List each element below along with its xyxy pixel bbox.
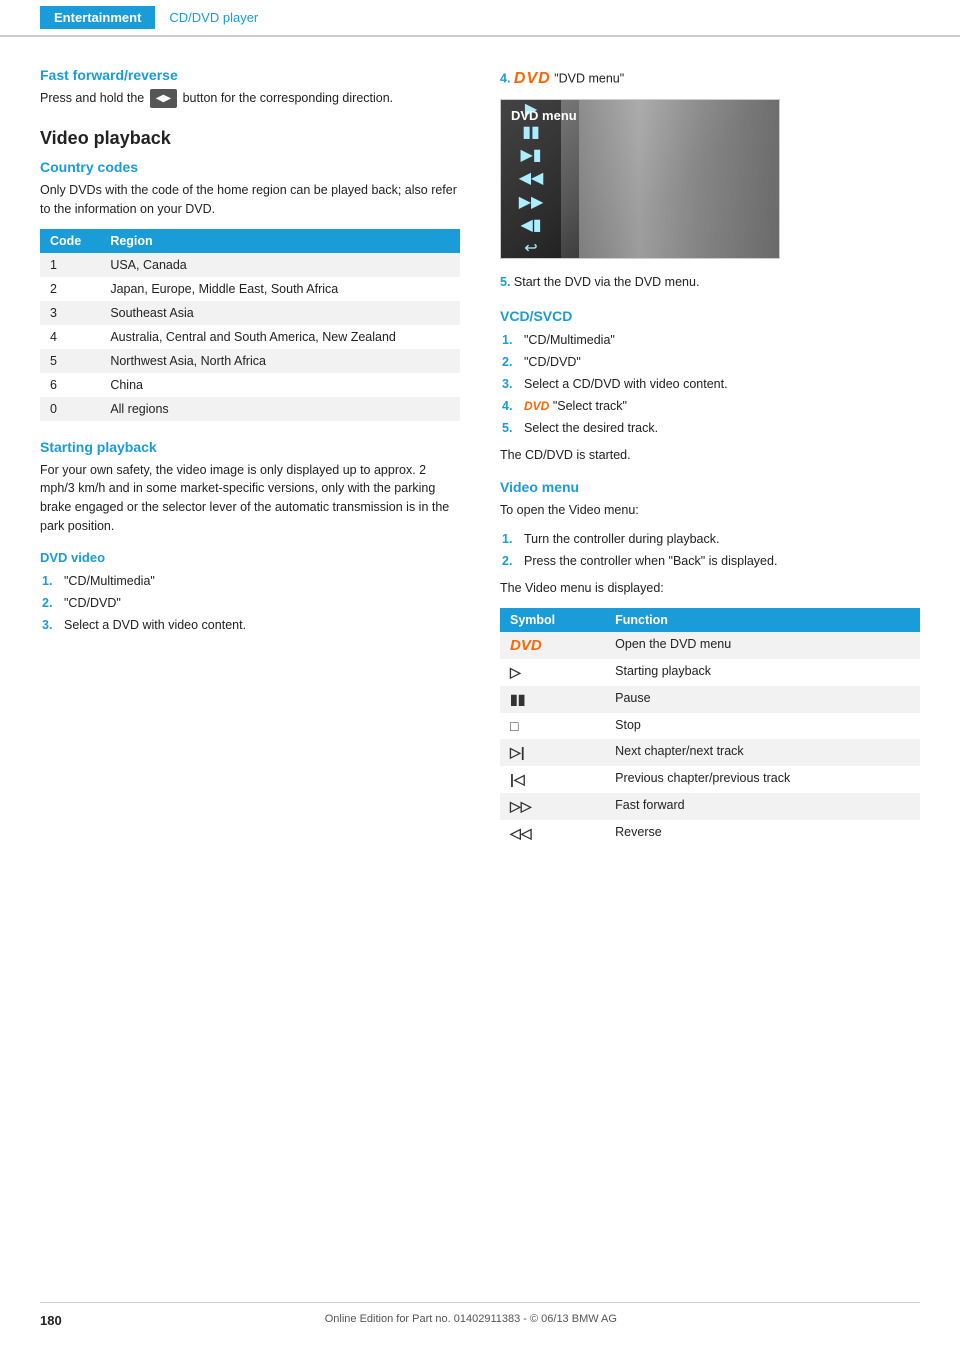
table-row: ▷Starting playback <box>500 659 920 686</box>
video-menu-intro: To open the Video menu: <box>500 501 920 520</box>
dvd-video-label: DVD video <box>40 550 460 565</box>
country-codes-heading: Country codes <box>40 159 460 175</box>
symbol-header-function: Function <box>605 608 920 632</box>
list-item: "CD/Multimedia" <box>520 330 920 350</box>
list-item: "CD/DVD" <box>520 352 920 372</box>
symbol-cell-symbol: |◁ <box>500 766 605 793</box>
list-item: "CD/Multimedia" <box>60 571 460 591</box>
table-cell-code: 3 <box>40 301 100 325</box>
vcd-steps-list: "CD/Multimedia""CD/DVD"Select a CD/DVD w… <box>500 330 920 438</box>
table-row: 0All regions <box>40 397 460 421</box>
symbol-cell-symbol: ◁◁ <box>500 820 605 847</box>
vcd-svcd-heading: VCD/SVCD <box>500 308 920 324</box>
country-codes-desc: Only DVDs with the code of the home regi… <box>40 181 460 219</box>
main-content: Fast forward/reverse Press and hold the … <box>0 37 960 925</box>
symbol-cell-symbol: DVD <box>500 632 605 659</box>
table-row: |◁Previous chapter/previous track <box>500 766 920 793</box>
symbol-cell-function: Stop <box>605 713 920 739</box>
dvd-building-image <box>579 100 779 258</box>
fast-forward-heading: Fast forward/reverse <box>40 67 460 83</box>
table-cell-region: All regions <box>100 397 460 421</box>
table-row: ▷|Next chapter/next track <box>500 739 920 766</box>
dvd-icon: DVD <box>514 67 551 91</box>
ff-button-icon: ◀▶ <box>150 89 177 108</box>
list-item: "CD/DVD" <box>60 593 460 613</box>
table-cell-code: 1 <box>40 253 100 277</box>
copyright-text: Online Edition for Part no. 01402911383 … <box>325 1313 617 1328</box>
starting-playback-heading: Starting playback <box>40 439 460 455</box>
table-cell-region: Japan, Europe, Middle East, South Africa <box>100 277 460 301</box>
list-item: Press the controller when "Back" is disp… <box>520 551 920 571</box>
video-menu-steps-list: Turn the controller during playback.Pres… <box>500 529 920 571</box>
header-section-label: CD/DVD player <box>155 6 272 29</box>
starting-playback-desc: For your own safety, the video image is … <box>40 461 460 536</box>
page-number: 180 <box>40 1313 62 1328</box>
table-row: 3Southeast Asia <box>40 301 460 325</box>
symbol-cell-function: Open the DVD menu <box>605 632 920 659</box>
symbol-cell-function: Starting playback <box>605 659 920 686</box>
table-cell-code: 4 <box>40 325 100 349</box>
table-row: DVDOpen the DVD menu <box>500 632 920 659</box>
header-bar: Entertainment CD/DVD player <box>0 0 960 37</box>
right-column: 4. DVD "DVD menu" ▶ ▮▮ ▶▮ ◀◀ ▶▶ ◀▮ ↩ DVD… <box>500 67 920 865</box>
list-item: Select a DVD with video content. <box>60 615 460 635</box>
video-playback-heading: Video playback <box>40 128 460 149</box>
list-item: DVD "Select track" <box>520 396 920 416</box>
table-cell-region: USA, Canada <box>100 253 460 277</box>
table-cell-region: China <box>100 373 460 397</box>
symbol-table: Symbol Function DVDOpen the DVD menu▷Sta… <box>500 608 920 847</box>
footer-content: 180 Online Edition for Part no. 01402911… <box>40 1307 920 1328</box>
video-menu-heading: Video menu <box>500 479 920 495</box>
table-header-region: Region <box>100 229 460 253</box>
table-row: ◁◁Reverse <box>500 820 920 847</box>
symbol-cell-function: Pause <box>605 686 920 713</box>
table-header-code: Code <box>40 229 100 253</box>
table-cell-code: 0 <box>40 397 100 421</box>
dvd-menu-text: DVD menu <box>511 108 577 123</box>
table-cell-region: Northwest Asia, North Africa <box>100 349 460 373</box>
symbol-cell-function: Next chapter/next track <box>605 739 920 766</box>
table-row: □Stop <box>500 713 920 739</box>
table-row: 6China <box>40 373 460 397</box>
symbol-cell-symbol: □ <box>500 713 605 739</box>
table-row: ▮▮Pause <box>500 686 920 713</box>
symbol-cell-function: Reverse <box>605 820 920 847</box>
header-entertainment-label: Entertainment <box>40 6 155 29</box>
symbol-cell-symbol: ▷▷ <box>500 793 605 820</box>
video-menu-note: The Video menu is displayed: <box>500 579 920 598</box>
symbol-cell-symbol: ▷| <box>500 739 605 766</box>
footer-divider <box>40 1302 920 1303</box>
list-item: Select the desired track. <box>520 418 920 438</box>
symbol-cell-symbol: ▮▮ <box>500 686 605 713</box>
fast-forward-section: Fast forward/reverse Press and hold the … <box>40 67 460 108</box>
table-row: 5Northwest Asia, North Africa <box>40 349 460 373</box>
step5-text: 5. Start the DVD via the DVD menu. <box>500 273 920 292</box>
symbol-header-symbol: Symbol <box>500 608 605 632</box>
table-row: 4Australia, Central and South America, N… <box>40 325 460 349</box>
footer: 180 Online Edition for Part no. 01402911… <box>0 1302 960 1328</box>
symbol-cell-symbol: ▷ <box>500 659 605 686</box>
table-row: ▷▷Fast forward <box>500 793 920 820</box>
list-item: Turn the controller during playback. <box>520 529 920 549</box>
country-codes-table: Code Region 1USA, Canada2Japan, Europe, … <box>40 229 460 421</box>
symbol-cell-function: Previous chapter/previous track <box>605 766 920 793</box>
table-row: 2Japan, Europe, Middle East, South Afric… <box>40 277 460 301</box>
table-row: 1USA, Canada <box>40 253 460 277</box>
table-cell-code: 2 <box>40 277 100 301</box>
dvd-menu-image: ▶ ▮▮ ▶▮ ◀◀ ▶▶ ◀▮ ↩ DVD menu <box>500 99 780 259</box>
table-cell-code: 6 <box>40 373 100 397</box>
table-cell-region: Southeast Asia <box>100 301 460 325</box>
table-cell-region: Australia, Central and South America, Ne… <box>100 325 460 349</box>
fast-forward-text: Press and hold the ◀▶ button for the cor… <box>40 89 460 108</box>
list-item: Select a CD/DVD with video content. <box>520 374 920 394</box>
dvd-steps-list: "CD/Multimedia""CD/DVD"Select a DVD with… <box>40 571 460 635</box>
left-column: Fast forward/reverse Press and hold the … <box>40 67 460 865</box>
table-cell-code: 5 <box>40 349 100 373</box>
step4-label: 4. DVD "DVD menu" <box>500 67 920 91</box>
symbol-cell-function: Fast forward <box>605 793 920 820</box>
vcd-note: The CD/DVD is started. <box>500 446 920 465</box>
dvd-sidebar: ▶ ▮▮ ▶▮ ◀◀ ▶▶ ◀▮ ↩ <box>501 100 561 258</box>
